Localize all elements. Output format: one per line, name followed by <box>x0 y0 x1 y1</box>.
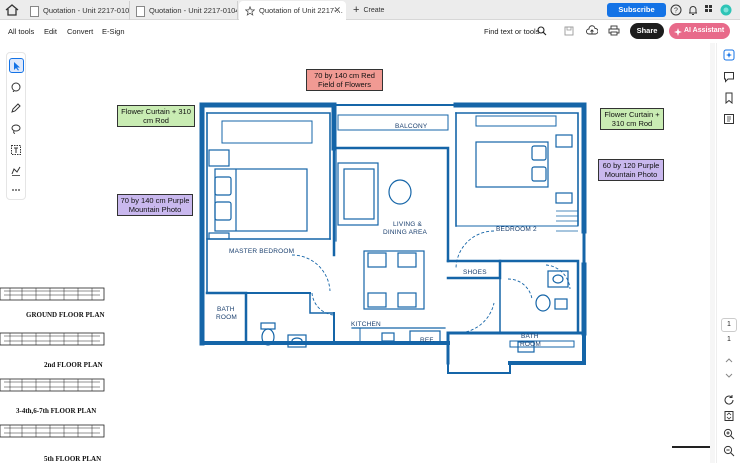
annotation-line: 60 by 120 Purple <box>602 161 660 170</box>
tab-quotation-1[interactable]: Quotation - Unit 2217-010411 in... <box>24 1 130 20</box>
annotation-line: Mountain Photo <box>128 205 182 214</box>
pen-icon <box>11 103 21 113</box>
save-icon[interactable] <box>564 26 574 36</box>
help-icon[interactable]: ? <box>670 4 682 16</box>
annotation-line: Mountain Photo <box>604 170 658 179</box>
tab-label: Quotation of Unit 2217-... <box>259 6 343 15</box>
search-icon[interactable] <box>537 26 547 36</box>
zoom-out-icon[interactable] <box>723 445 735 457</box>
label-ground-floor-plan: GROUND FLOOR PLAN <box>26 311 105 319</box>
quick-tools-rail <box>6 52 26 200</box>
annotation-line: cm Rod <box>143 116 169 125</box>
label-ref: REF. <box>420 337 435 344</box>
comment-tool[interactable] <box>9 80 24 95</box>
acrobat-window: Quotation - Unit 2217-010411 in... Quota… <box>0 0 740 463</box>
chevron-up-icon[interactable] <box>723 354 735 366</box>
comments-panel-icon[interactable] <box>723 71 735 83</box>
menu-edit[interactable]: Edit <box>44 27 57 36</box>
annotation-right-purple-mountain[interactable]: 60 by 120 Purple Mountain Photo <box>598 159 664 181</box>
label-dining: DINING AREA <box>383 229 428 236</box>
annotation-red-field-of-flowers[interactable]: 70 by 140 cm Red Field of Flowers <box>306 69 383 91</box>
chevron-down-icon[interactable] <box>723 370 735 382</box>
text-tool[interactable] <box>9 143 24 158</box>
label-3-4th-floor-plan: 3-4th,6-7th FLOOR PLAN <box>16 407 97 415</box>
menu-convert[interactable]: Convert <box>67 27 93 36</box>
lasso-tool[interactable] <box>9 122 24 137</box>
label-bath-1a: BATH <box>217 306 235 313</box>
subscribe-button[interactable]: Subscribe <box>607 3 666 17</box>
star-icon[interactable] <box>245 6 255 16</box>
text-box-icon <box>11 145 21 155</box>
tab-label: Quotation - Unit 2217-010411 in... <box>43 6 130 15</box>
bell-icon[interactable] <box>687 4 699 16</box>
draw-tool[interactable] <box>9 101 24 116</box>
label-5th-floor-plan: 5th FLOOR PLAN <box>44 455 102 463</box>
bookmark-icon[interactable] <box>723 92 735 104</box>
label-kitchen: KITCHEN <box>351 321 381 328</box>
right-panel-rail: 1 1 <box>716 43 740 463</box>
document-viewport[interactable]: BALCONY LIVING & DINING AREA MASTER BEDR… <box>0 43 716 463</box>
tab-quotation-active[interactable]: Quotation of Unit 2217-... ✕ <box>239 1 346 20</box>
menu-esign[interactable]: E-Sign <box>102 27 125 36</box>
thumbnails-icon[interactable] <box>723 113 735 125</box>
label-bath-2b: ROOM <box>520 341 542 348</box>
svg-text:?: ? <box>674 8 678 15</box>
upload-cloud-icon[interactable] <box>586 25 598 36</box>
label-shoes: SHOES <box>463 269 487 276</box>
select-tool[interactable] <box>9 58 24 73</box>
more-tools[interactable] <box>9 183 24 198</box>
comment-icon <box>11 82 21 92</box>
menu-all-tools[interactable]: All tools <box>8 27 34 36</box>
create-label: Create <box>363 7 385 14</box>
annotation-line: 70 by 140 cm Red <box>314 71 375 80</box>
pdf-file-icon <box>136 5 145 17</box>
apps-grid-icon[interactable] <box>704 4 716 16</box>
close-tab-icon[interactable]: ✕ <box>333 1 341 20</box>
floor-plan-drawing <box>0 102 712 448</box>
ai-sparkle-icon[interactable] <box>723 49 735 61</box>
zoom-in-icon[interactable] <box>723 428 735 440</box>
fit-page-icon[interactable] <box>723 410 735 422</box>
annotation-line: 310 cm Rod <box>611 119 653 128</box>
tab-label: Quotation - Unit 2217-010411 in... <box>149 6 237 15</box>
annotation-line: Flower Curtain + <box>604 110 660 119</box>
pdf-file-icon <box>30 5 39 17</box>
label-master-bedroom: MASTER BEDROOM <box>229 248 295 255</box>
ai-assistant-button[interactable]: AI Assistant <box>669 23 730 39</box>
annotation-right-flower-curtain[interactable]: Flower Curtain + 310 cm Rod <box>600 108 664 130</box>
annotation-line: Flower Curtain + 310 <box>121 107 191 116</box>
label-bath-2a: BATH <box>521 333 539 340</box>
browser-tab-bar: Quotation - Unit 2217-010411 in... Quota… <box>0 0 740 20</box>
sparkle-icon <box>674 27 682 36</box>
signature-icon <box>11 166 21 176</box>
vertical-scrollbar[interactable] <box>710 43 715 463</box>
annotation-line: Field of Flowers <box>318 80 371 89</box>
share-button[interactable]: Share <box>630 23 664 39</box>
total-pages: 1 <box>727 336 731 343</box>
current-page-input[interactable]: 1 <box>721 318 737 332</box>
home-icon[interactable] <box>4 3 20 17</box>
annotation-line: 70 by 140 cm Purple <box>120 196 190 205</box>
annotation-left-purple-mountain[interactable]: 70 by 140 cm Purple Mountain Photo <box>117 194 193 216</box>
cursor-icon <box>14 62 20 71</box>
label-balcony: BALCONY <box>395 123 428 130</box>
print-icon[interactable] <box>608 25 620 36</box>
ai-assistant-label: AI Assistant <box>684 27 725 34</box>
create-button[interactable]: + Create <box>349 2 388 18</box>
lasso-icon <box>11 124 21 134</box>
more-dots-icon <box>12 189 20 191</box>
label-living: LIVING & <box>393 221 423 228</box>
refresh-icon[interactable] <box>723 394 735 406</box>
annotation-left-flower-curtain[interactable]: Flower Curtain + 310 cm Rod <box>117 105 195 127</box>
tab-quotation-2[interactable]: Quotation - Unit 2217-010411 in... <box>130 1 238 20</box>
acrobat-toolbar: All tools Edit Convert E-Sign Find text … <box>0 20 740 43</box>
plus-icon: + <box>353 4 360 16</box>
avatar[interactable] <box>720 4 732 16</box>
label-2nd-floor-plan: 2nd FLOOR PLAN <box>44 361 103 369</box>
fill-sign-tool[interactable] <box>9 164 24 179</box>
find-text-or-tools[interactable]: Find text or tools <box>484 27 539 36</box>
label-bath-1b: ROOM <box>216 314 238 321</box>
label-bedroom-2: BEDROOM 2 <box>496 226 537 233</box>
